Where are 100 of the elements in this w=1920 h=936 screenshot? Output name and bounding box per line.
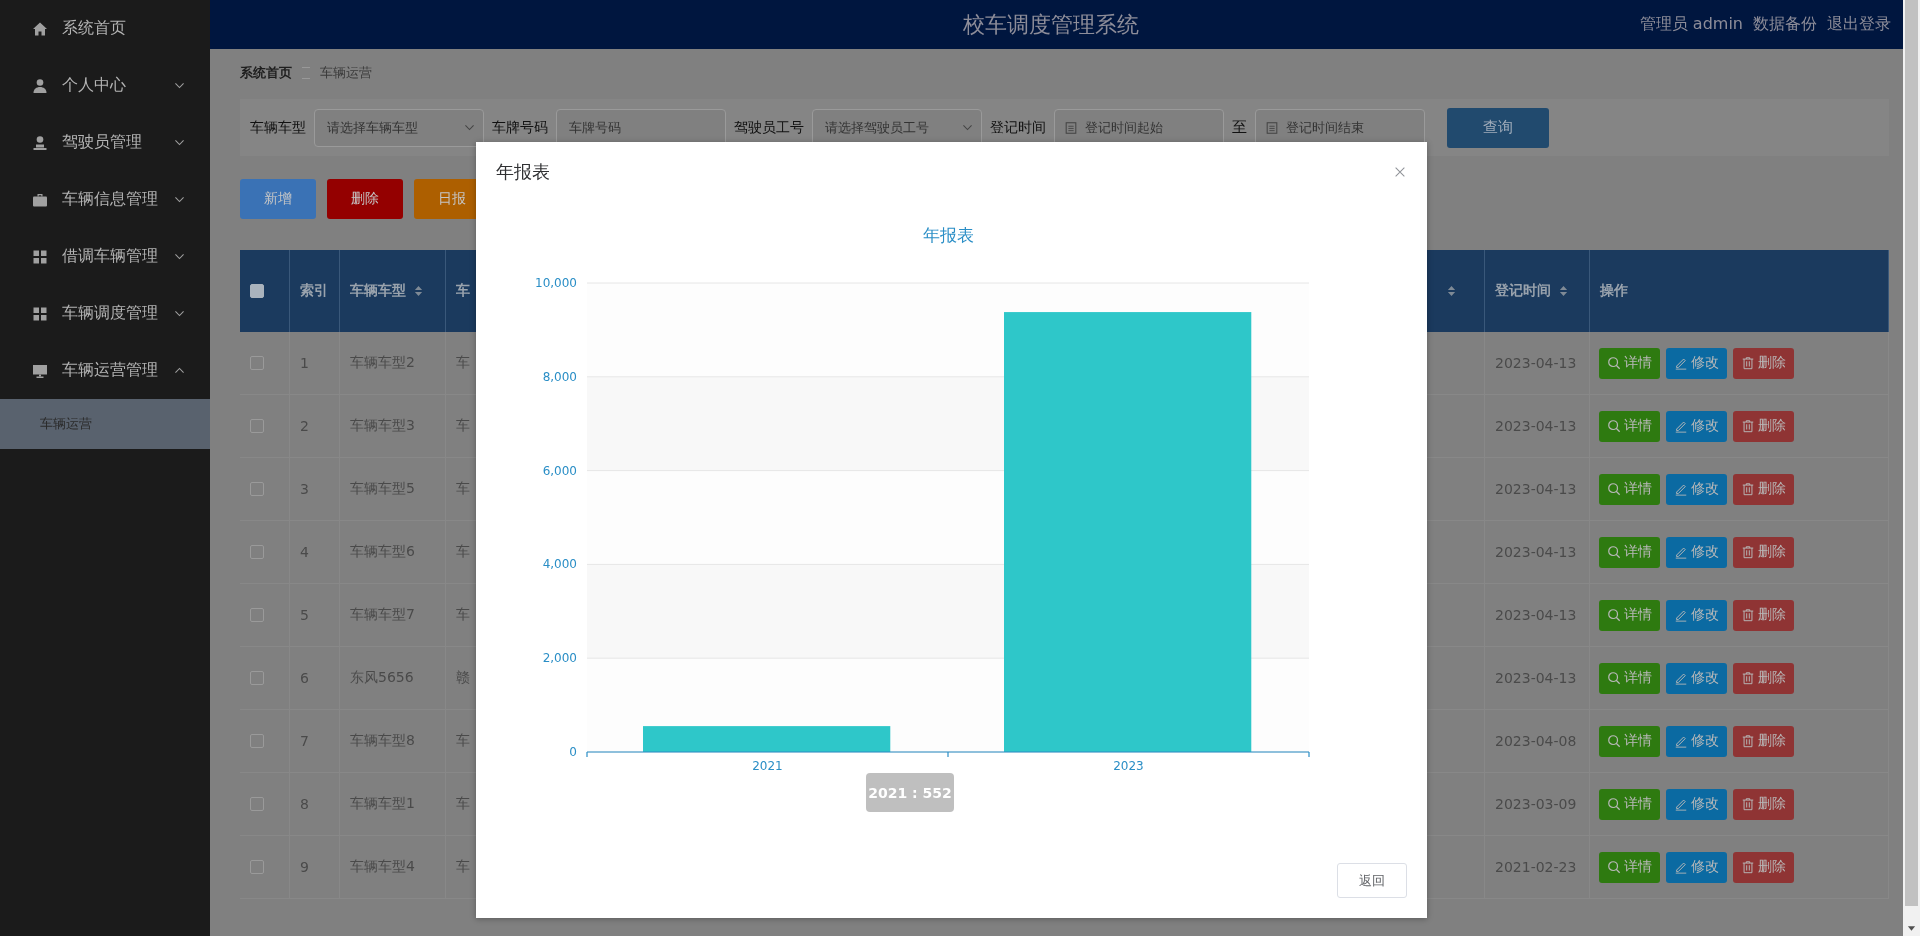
briefcase-icon <box>32 191 48 208</box>
search-icon <box>1607 356 1621 370</box>
checkbox[interactable] <box>250 419 264 433</box>
checkbox[interactable] <box>250 356 264 370</box>
trash-icon <box>1741 419 1755 433</box>
dialog-title: 年报表 <box>496 159 550 184</box>
row-action-button[interactable]: 修改 <box>1666 599 1727 631</box>
checkbox[interactable] <box>250 482 264 496</box>
row-action-button[interactable]: 修改 <box>1666 662 1727 694</box>
action-button[interactable]: 新增 <box>240 179 316 219</box>
app-title: 校车调度管理系统 <box>962 10 1139 39</box>
search-icon <box>1607 545 1621 559</box>
row-action-button[interactable]: 修改 <box>1666 473 1727 505</box>
row-action-button[interactable]: 修改 <box>1666 725 1727 757</box>
pencil-icon <box>1674 482 1688 496</box>
checkbox[interactable] <box>250 545 264 559</box>
sidebar-item[interactable]: 车辆调度管理 <box>0 285 210 342</box>
row-action-button[interactable]: 修改 <box>1666 410 1727 442</box>
field-label: 登记时间 <box>990 118 1046 137</box>
sidebar-item[interactable]: 驾驶员管理 <box>0 114 210 171</box>
checkbox[interactable] <box>250 671 264 685</box>
row-action-button[interactable]: 详情 <box>1599 599 1660 631</box>
scrollbar[interactable] <box>1903 0 1920 936</box>
row-action-button[interactable]: 删除 <box>1733 599 1794 631</box>
axis-label: 2021 <box>752 759 783 773</box>
trash-icon <box>1741 545 1755 559</box>
sort-icon <box>1559 285 1568 297</box>
chart-title: 年报表 <box>922 225 974 245</box>
grid-icon <box>32 248 48 265</box>
row-action-button[interactable]: 删除 <box>1733 851 1794 883</box>
pencil-icon <box>1674 419 1688 433</box>
column-header[interactable]: 操作 <box>1590 250 1889 332</box>
column-header[interactable]: 登记时间 <box>1485 250 1590 332</box>
row-action-button[interactable]: 详情 <box>1599 851 1660 883</box>
trash-icon <box>1741 482 1755 496</box>
row-action-button[interactable]: 详情 <box>1599 725 1660 757</box>
chart-tooltip: 2021 : 552 <box>866 773 954 812</box>
sidebar-item[interactable]: 个人中心 <box>0 57 210 114</box>
monitor-icon <box>32 362 48 379</box>
action-button[interactable]: 删除 <box>327 179 403 219</box>
pencil-icon <box>1674 734 1688 748</box>
row-action-button[interactable]: 删除 <box>1733 725 1794 757</box>
field-label: 车牌号码 <box>492 118 548 137</box>
trash-icon <box>1741 734 1755 748</box>
checkbox[interactable] <box>250 608 264 622</box>
field-label: 车辆车型 <box>250 118 306 137</box>
sidebar-item[interactable]: 车辆运营管理 <box>0 342 210 399</box>
row-action-button[interactable]: 详情 <box>1599 662 1660 694</box>
row-action-button[interactable]: 详情 <box>1599 410 1660 442</box>
row-action-button[interactable]: 删除 <box>1733 410 1794 442</box>
trash-icon <box>1741 356 1755 370</box>
row-action-button[interactable]: 删除 <box>1733 536 1794 568</box>
sidebar-item[interactable]: 系统首页 <box>0 0 210 57</box>
checkbox[interactable] <box>250 860 264 874</box>
breadcrumb-separator <box>302 67 310 79</box>
search-icon <box>1607 860 1621 874</box>
back-button[interactable]: 返回 <box>1337 863 1407 898</box>
axis-label: 4,000 <box>542 557 577 572</box>
header-link[interactable]: 数据备份 <box>1753 14 1817 35</box>
checkbox[interactable] <box>250 734 264 748</box>
breadcrumb-item[interactable]: 系统首页 <box>240 64 292 82</box>
checkbox[interactable] <box>250 284 264 298</box>
bar[interactable] <box>1004 312 1252 752</box>
column-header[interactable]: 索引 <box>290 250 340 332</box>
home-icon <box>32 20 48 37</box>
sidebar-item[interactable]: 车辆信息管理 <box>0 171 210 228</box>
row-action-button[interactable]: 详情 <box>1599 536 1660 568</box>
sidebar-subitem[interactable]: 车辆运营 <box>0 399 210 449</box>
row-action-button[interactable]: 删除 <box>1733 662 1794 694</box>
row-action-button[interactable]: 修改 <box>1666 536 1727 568</box>
row-action-button[interactable]: 详情 <box>1599 473 1660 505</box>
person-icon <box>32 77 48 94</box>
search-button[interactable]: 查询 <box>1447 107 1549 148</box>
row-action-button[interactable]: 详情 <box>1599 788 1660 820</box>
search-icon <box>1607 419 1621 433</box>
row-action-button[interactable]: 删除 <box>1733 788 1794 820</box>
pencil-icon <box>1674 608 1688 622</box>
select-field[interactable]: 请选择车辆车型 <box>314 108 484 147</box>
sidebar-item[interactable]: 借调车辆管理 <box>0 228 210 285</box>
row-action-button[interactable]: 删除 <box>1733 473 1794 505</box>
row-action-button[interactable]: 删除 <box>1733 347 1794 379</box>
trash-icon <box>1741 608 1755 622</box>
search-icon <box>1607 482 1621 496</box>
column-header[interactable]: 车辆车型 <box>340 250 446 332</box>
search-icon <box>1607 797 1621 811</box>
header-link[interactable]: 退出登录 <box>1827 14 1891 35</box>
sort-icon <box>414 285 423 297</box>
sort-icon <box>1447 285 1456 297</box>
axis-label: 10,000 <box>535 276 577 290</box>
user-label: 管理员 admin <box>1639 14 1743 35</box>
bar[interactable] <box>643 726 891 752</box>
row-action-button[interactable]: 详情 <box>1599 347 1660 379</box>
row-action-button[interactable]: 修改 <box>1666 347 1727 379</box>
row-action-button[interactable]: 修改 <box>1666 788 1727 820</box>
row-action-button[interactable]: 修改 <box>1666 851 1727 883</box>
axis-label: 2,000 <box>542 651 577 666</box>
calendar-icon <box>1064 120 1078 135</box>
search-icon <box>1607 608 1621 622</box>
pencil-icon <box>1674 356 1688 370</box>
checkbox[interactable] <box>250 797 264 811</box>
